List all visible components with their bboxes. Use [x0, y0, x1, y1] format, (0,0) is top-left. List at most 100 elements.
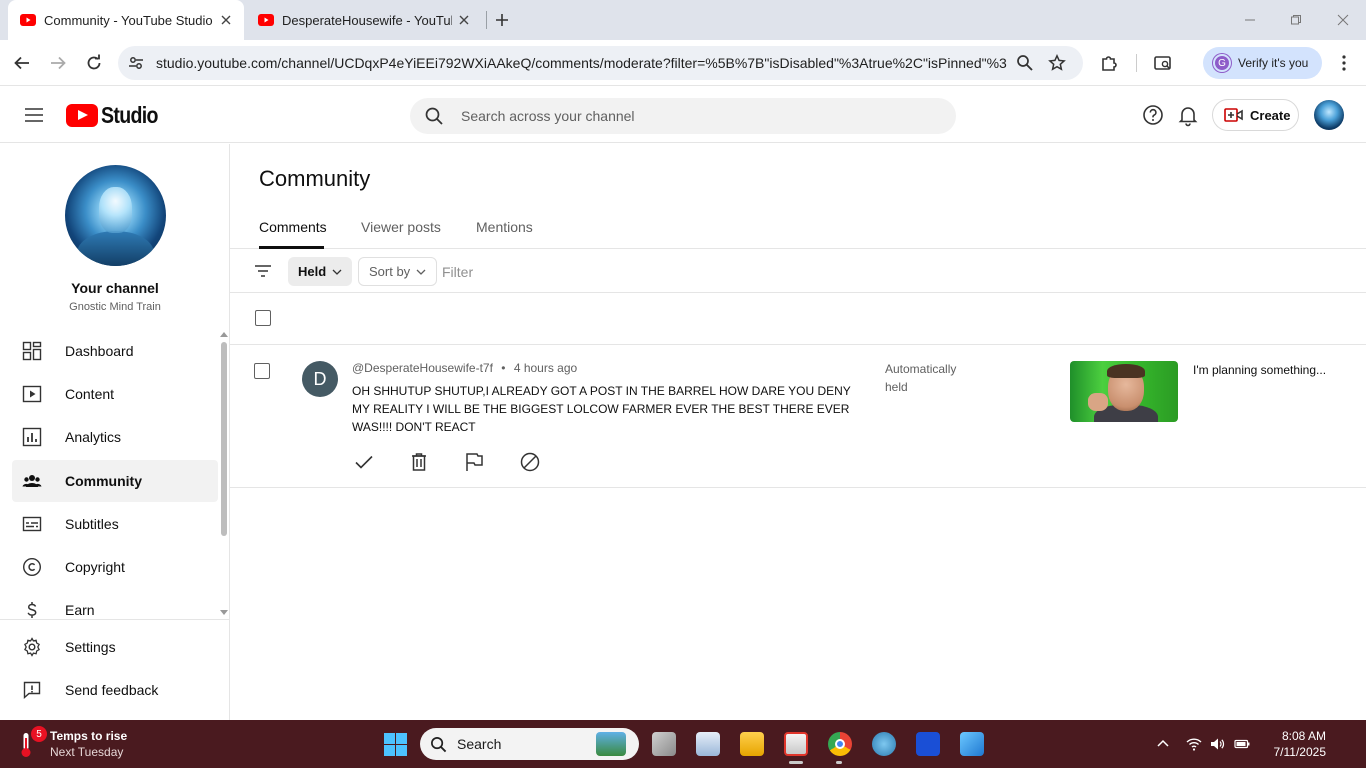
comment-checkbox[interactable] [254, 363, 270, 379]
file-explorer-icon[interactable] [740, 732, 764, 756]
hide-user-button[interactable] [518, 450, 542, 474]
battery-icon[interactable] [1234, 736, 1250, 752]
wifi-icon[interactable] [1186, 736, 1202, 752]
windows-logo-icon [384, 733, 395, 744]
browser-tab-title: Community - YouTube Studio [44, 13, 213, 28]
analytics-icon [22, 427, 42, 447]
new-tab-button[interactable] [492, 10, 512, 30]
search-input[interactable]: Search across your channel [461, 108, 635, 124]
browser-tab-channel[interactable]: DesperateHousewife - YouTube [246, 0, 482, 40]
held-filter-chip[interactable]: Held [288, 257, 353, 286]
restore-icon [1291, 15, 1301, 25]
create-button[interactable]: Create [1212, 99, 1299, 131]
reload-button[interactable] [83, 52, 105, 74]
chip-label: Sort by [369, 264, 411, 279]
channel-search[interactable]: Search across your channel [410, 98, 956, 134]
hamburger-icon [25, 108, 43, 122]
video-thumbnail[interactable] [1070, 361, 1178, 422]
extensions-button[interactable] [1098, 52, 1120, 74]
bookmark-star-icon[interactable] [1048, 54, 1066, 72]
tab-comments[interactable]: Comments [259, 219, 327, 235]
help-button[interactable] [1141, 103, 1165, 127]
snipping-tool-icon[interactable] [784, 732, 808, 756]
verify-identity-button[interactable]: G Verify it's you [1203, 47, 1322, 79]
close-tab-icon[interactable] [218, 12, 234, 28]
clock-time: 8:08 AM [1281, 729, 1326, 743]
sidebar-item-dashboard[interactable]: Dashboard [12, 330, 218, 372]
volume-icon[interactable] [1209, 736, 1225, 752]
filter-icon[interactable] [254, 263, 272, 279]
account-avatar[interactable] [1314, 100, 1344, 130]
tab-search-button[interactable] [1152, 52, 1174, 74]
task-view-icon[interactable] [652, 732, 676, 756]
gear-icon [24, 637, 40, 657]
browser-menu-button[interactable] [1333, 52, 1355, 74]
verify-label: Verify it's you [1238, 56, 1309, 70]
zoom-icon[interactable] [1016, 54, 1034, 72]
chrome-icon[interactable] [828, 732, 852, 756]
sidebar-item-analytics[interactable]: Analytics [12, 416, 218, 458]
comment-author[interactable]: @DesperateHousewife-t7f [352, 361, 493, 375]
browser-tab-title: DesperateHousewife - YouTube [282, 13, 452, 28]
content-icon [22, 385, 42, 403]
blue-app-icon[interactable] [916, 732, 940, 756]
scroll-down-arrow[interactable] [220, 610, 228, 615]
paint-icon[interactable] [696, 732, 720, 756]
minimize-button[interactable] [1238, 8, 1262, 32]
chevron-up-icon[interactable] [1155, 736, 1171, 752]
menu-button[interactable] [22, 103, 46, 127]
studio-logo[interactable]: Studio [66, 102, 168, 129]
start-button[interactable] [384, 733, 407, 756]
sidebar-item-label: Copyright [65, 559, 125, 575]
chevron-down-icon [332, 269, 342, 275]
close-window-button[interactable] [1331, 8, 1355, 32]
meta-separator: • [501, 361, 506, 375]
approve-button[interactable] [352, 450, 376, 474]
globe-app-icon[interactable] [872, 732, 896, 756]
thumbnail-hand [1088, 393, 1108, 411]
forward-button[interactable] [47, 52, 69, 74]
sort-by-chip[interactable]: Sort by [358, 257, 438, 286]
weather-badge: 5 [31, 726, 47, 742]
restore-button[interactable] [1284, 8, 1308, 32]
sidebar-item-content[interactable]: Content [12, 373, 218, 415]
taskbar-search[interactable]: Search [420, 728, 639, 760]
weather-widget[interactable]: 5 Temps to rise Next Tuesday [18, 726, 148, 762]
tab-mentions[interactable]: Mentions [476, 219, 533, 235]
sidebar-item-settings[interactable]: Settings [12, 626, 218, 668]
kebab-menu-icon [1342, 55, 1346, 71]
comment-meta: @DesperateHousewife-t7f • 4 hours ago [352, 361, 577, 375]
sidebar-item-send-feedback[interactable]: Send feedback [12, 669, 218, 711]
photos-icon[interactable] [960, 732, 984, 756]
notifications-button[interactable] [1176, 103, 1200, 127]
commenter-avatar[interactable]: D [302, 361, 338, 397]
thumbnail-hair [1107, 364, 1145, 378]
sidebar-item-community[interactable]: Community [12, 460, 218, 502]
sidebar-item-copyright[interactable]: Copyright [12, 546, 218, 588]
address-bar[interactable]: studio.youtube.com/channel/UCDqxP4eYiEEi… [118, 46, 1083, 80]
sidebar-scrollbar[interactable] [221, 342, 227, 536]
system-clock[interactable]: 8:08 AM 7/11/2025 [1262, 728, 1327, 760]
checkmark-icon [355, 455, 373, 469]
thermometer-icon [21, 733, 31, 757]
arrow-left-icon [14, 56, 29, 70]
sidebar-item-earn[interactable]: Earn [12, 589, 218, 631]
back-button[interactable] [11, 52, 33, 74]
report-button[interactable] [462, 450, 486, 474]
delete-button[interactable] [407, 450, 431, 474]
video-title[interactable]: I'm planning something... [1193, 363, 1326, 377]
channel-avatar[interactable] [65, 165, 166, 266]
browser-tab-studio[interactable]: Community - YouTube Studio [8, 0, 244, 40]
select-all-checkbox[interactable] [255, 310, 271, 326]
scroll-up-arrow[interactable] [220, 332, 228, 337]
filter-input[interactable]: Filter [442, 264, 473, 280]
sidebar: Your channel Gnostic Mind Train Dashboar… [0, 144, 230, 720]
logo-text: Studio [101, 102, 158, 128]
site-info-icon[interactable] [126, 53, 146, 73]
close-tab-icon[interactable] [456, 12, 472, 28]
sidebar-item-subtitles[interactable]: Subtitles [12, 503, 218, 545]
select-all-row [230, 293, 1366, 345]
minimize-icon [1245, 19, 1255, 21]
dashboard-icon [22, 341, 42, 361]
tab-viewer-posts[interactable]: Viewer posts [361, 219, 441, 235]
